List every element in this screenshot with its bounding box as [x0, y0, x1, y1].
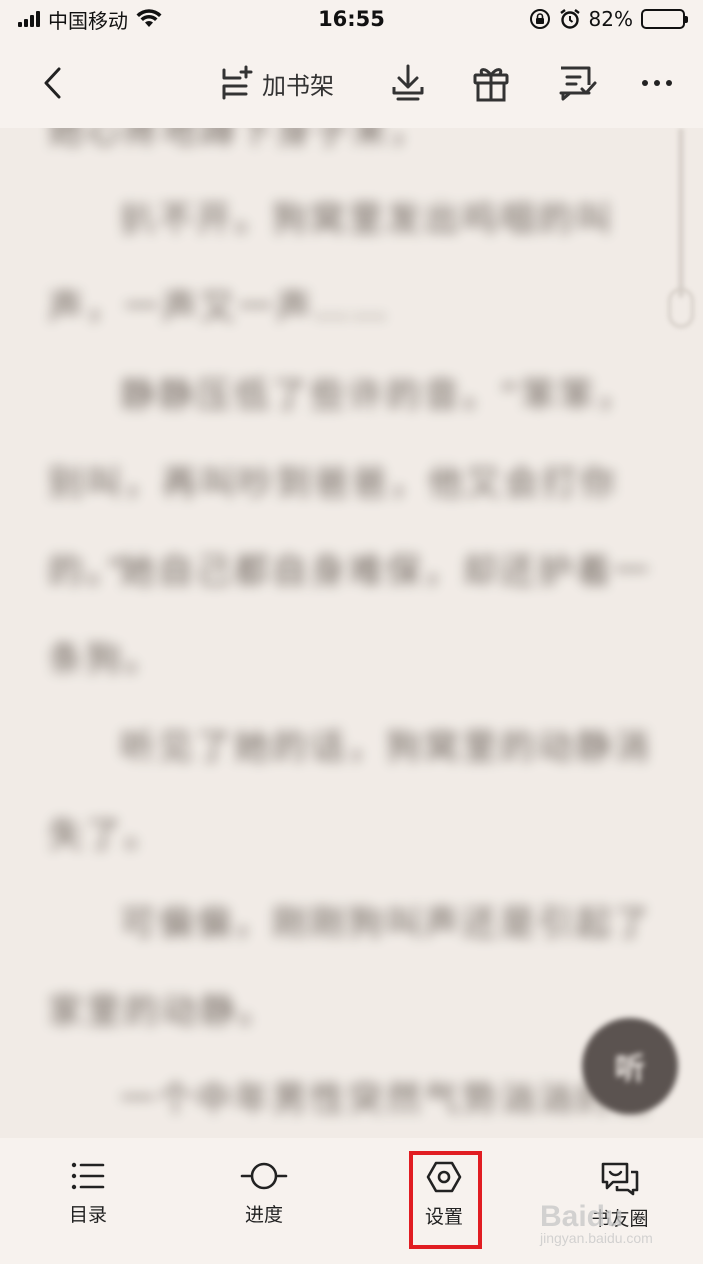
reading-area[interactable]: 她心疼地蹲下身子来， 扒不开。狗窝里发出呜咽的叫声，一声又一声…… 静静压低了些… — [0, 128, 703, 1138]
carrier-name: 中国移动 — [48, 8, 128, 33]
scroll-handle[interactable] — [668, 288, 694, 328]
more-icon — [642, 80, 672, 86]
add-to-shelf-button[interactable]: 加书架 — [216, 58, 334, 108]
progress-button[interactable]: 进度 — [204, 1160, 324, 1250]
download-button[interactable] — [384, 58, 432, 108]
table-of-contents-button[interactable]: 目录 — [28, 1160, 148, 1250]
battery-icon — [641, 9, 688, 29]
add-shelf-icon — [222, 65, 253, 100]
comment-edit-icon — [559, 66, 597, 101]
progress-label: 进度 — [244, 1204, 283, 1226]
add-to-shelf-label: 加书架 — [262, 71, 334, 100]
progress-icon — [240, 1162, 288, 1190]
orientation-lock-icon — [529, 9, 550, 29]
paragraph: 可偏偏，刚刚狗叫声还是引起了家里的动静。 — [48, 904, 653, 1032]
gift-button[interactable] — [466, 58, 516, 108]
baidu-watermark: Baidu jingyan.baidu.com — [540, 1200, 653, 1246]
paragraph: 扒不开。狗窝里发出呜咽的叫声，一声又一声…… — [48, 200, 615, 328]
signal-icon — [18, 11, 40, 27]
download-icon — [392, 64, 424, 101]
status-left: 中国移动 — [18, 5, 162, 34]
back-button[interactable] — [30, 60, 76, 106]
chevron-left-icon — [44, 67, 61, 99]
status-bar: 中国移动 16:55 82% — [0, 0, 703, 38]
listen-button[interactable]: 听 — [582, 1018, 678, 1114]
scroll-track[interactable] — [678, 128, 684, 298]
paragraph: 她自己都自身难保，却还护着一条狗。 — [48, 552, 653, 680]
chat-bubbles-icon — [601, 1162, 639, 1196]
list-icon — [71, 1162, 105, 1190]
watermark-url: jingyan.baidu.com — [540, 1230, 653, 1246]
alarm-icon — [559, 9, 580, 29]
watermark-brand: Baidu — [540, 1200, 624, 1233]
wifi-icon — [136, 9, 162, 27]
listen-label: 听 — [615, 1052, 645, 1087]
reader-top-bar: 加书架 — [0, 38, 703, 128]
battery-percent: 82% — [588, 7, 633, 31]
paragraph: 听见了她的话，狗窝里的动静消失了。 — [48, 728, 653, 856]
gift-icon — [473, 68, 509, 102]
comment-button[interactable] — [552, 58, 602, 108]
annotation-highlight-box — [409, 1151, 482, 1249]
paragraph: 她心疼地蹲下身子来， — [48, 128, 429, 152]
paragraph: 一个中年男性突然气势汹汹的出来 — [120, 1080, 649, 1120]
more-button[interactable] — [632, 58, 682, 108]
toc-label: 目录 — [68, 1204, 107, 1226]
status-right: 82% — [529, 7, 688, 31]
